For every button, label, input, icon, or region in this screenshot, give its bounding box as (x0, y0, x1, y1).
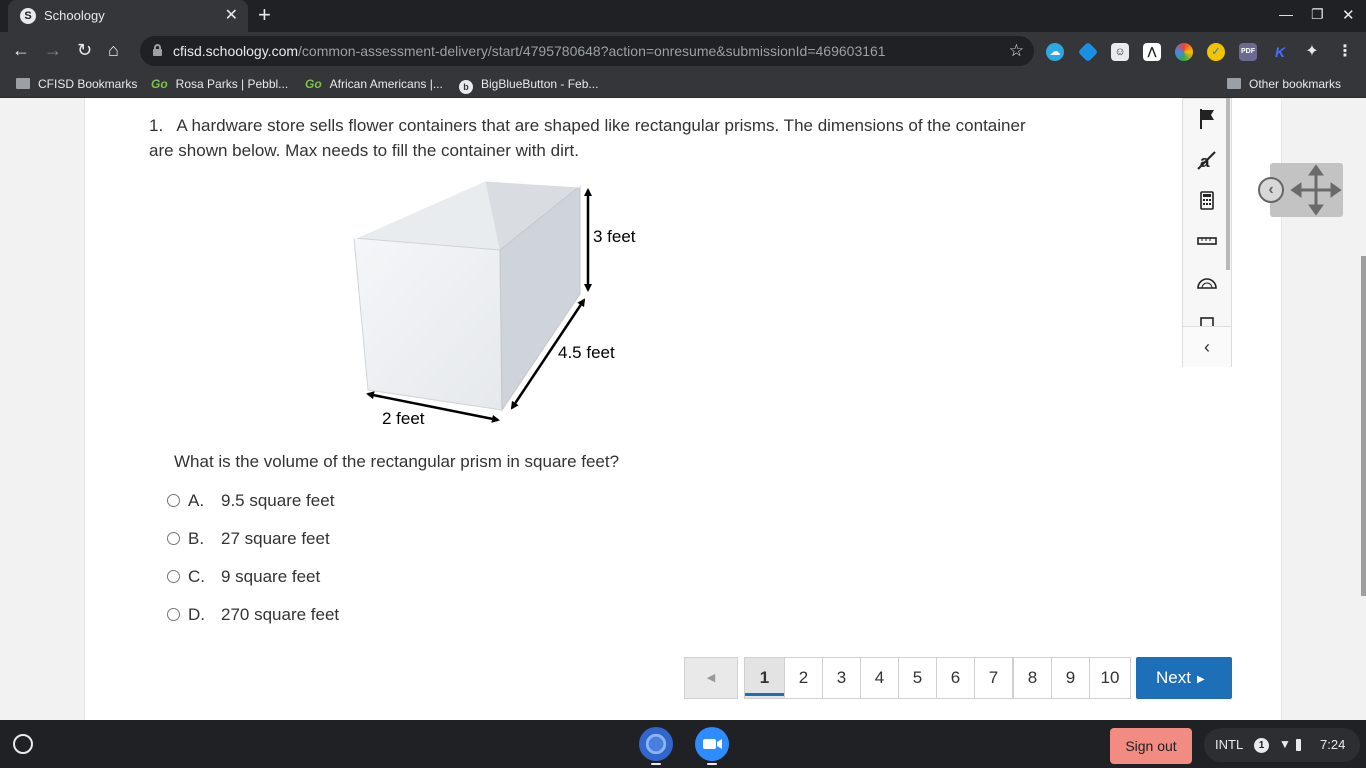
previous-question-button[interactable]: ◀ (684, 657, 738, 699)
question-line-1: A hardware store sells flower containers… (176, 116, 1026, 135)
reload-icon[interactable]: ↻ (77, 40, 92, 60)
bookmark-cfisd[interactable]: CFISD Bookmarks (16, 77, 137, 91)
zoom-running-indicator (707, 763, 717, 765)
folder-icon (1227, 78, 1241, 89)
page-button-9[interactable]: 9 (1051, 657, 1090, 699)
bookmarks-bar: CFISD Bookmarks Go Rosa Parks | Pebbl... … (0, 70, 1366, 98)
page-button-6[interactable]: 6 (936, 657, 975, 699)
schoology-favicon-icon: S (20, 8, 36, 24)
sign-out-button[interactable]: Sign out (1110, 728, 1192, 764)
protractor-icon[interactable] (1183, 264, 1231, 304)
page-button-1[interactable]: 1 (744, 657, 785, 699)
folder-icon (16, 78, 30, 89)
question-text: 1. A hardware store sells flower contain… (149, 113, 1109, 163)
forward-icon[interactable]: → (44, 40, 62, 60)
wifi-icon: ▼ (1279, 737, 1291, 751)
length-label: 4.5 feet (558, 343, 615, 362)
ruler-icon[interactable] (1183, 223, 1231, 263)
page-scrollbar[interactable] (1361, 256, 1366, 596)
keyboard-layout: INTL (1215, 737, 1244, 752)
eliminate-answer-icon[interactable]: a (1183, 142, 1231, 182)
check-extension-icon[interactable]: ✓ (1207, 43, 1225, 61)
page-button-7[interactable]: 7 (974, 657, 1013, 699)
mountain-extension-icon[interactable]: ⋀ (1143, 43, 1161, 61)
answer-choice-c[interactable]: C. 9 square feet (167, 566, 320, 588)
go-icon: Go (151, 77, 168, 91)
color-wheel-extension-icon[interactable] (1175, 43, 1193, 61)
bigbluebutton-icon: b (459, 80, 473, 94)
page-button-5[interactable]: 5 (898, 657, 937, 699)
assessment-card (84, 98, 1282, 720)
address-bar[interactable]: cfisd.schoology.com/common-assessment-de… (140, 36, 1034, 66)
bookmark-african-americans[interactable]: Go African Americans |... (305, 77, 443, 91)
question-prompt: What is the volume of the rectangular pr… (174, 452, 620, 471)
page-button-8[interactable]: 8 (1013, 657, 1052, 699)
bookmark-star-icon[interactable]: ☆ (1009, 41, 1024, 61)
height-label: 3 feet (593, 227, 636, 246)
os-shelf: Sign out INTL 1 ▼ 7:24 (0, 720, 1366, 768)
minimize-icon[interactable]: — (1279, 6, 1293, 22)
cloud-extension-icon[interactable]: ☁ (1046, 43, 1064, 61)
go-icon: Go (305, 77, 322, 91)
floater-back-chevron-icon[interactable]: ‹ (1258, 177, 1284, 203)
status-tray[interactable]: INTL 1 ▼ 7:24 (1204, 728, 1360, 762)
bookmark-bigbluebutton[interactable]: b BigBlueButton - Feb... (459, 77, 598, 94)
flag-icon[interactable] (1183, 101, 1231, 141)
other-bookmarks[interactable]: Other bookmarks (1227, 77, 1341, 91)
page-button-4[interactable]: 4 (860, 657, 899, 699)
launcher-icon[interactable] (13, 734, 33, 754)
browser-menu-icon[interactable]: ⋮ (1336, 43, 1354, 61)
radio-button[interactable] (167, 570, 180, 583)
answer-choice-b[interactable]: B. 27 square feet (167, 528, 330, 550)
radio-button[interactable] (167, 608, 180, 621)
prism-figure: 3 feet 4.5 feet 2 feet (340, 178, 660, 438)
question-number: 1. (149, 116, 164, 135)
calculator-icon[interactable] (1183, 183, 1231, 223)
extensions-puzzle-icon[interactable]: ✦ (1303, 43, 1321, 61)
pdf-extension-icon[interactable]: PDF (1239, 43, 1257, 61)
play-arrow-icon: ▶ (1196, 674, 1205, 685)
tab-title: Schoology (44, 8, 105, 23)
tool-panel: a ‹ (1182, 98, 1232, 367)
answer-choice-d[interactable]: D. 270 square feet (167, 604, 339, 626)
battery-icon (1296, 739, 1301, 751)
clock-time: 7:24 (1320, 737, 1346, 752)
browser-toolbar: ← → ↻ ⌂ cfisd.schoology.com/common-asses… (0, 32, 1366, 70)
k-extension-icon[interactable]: K (1271, 43, 1289, 61)
close-tab-icon[interactable]: ✕ (225, 5, 238, 25)
browser-tab[interactable]: S Schoology ✕ (8, 0, 248, 32)
tool-panel-scrollbar[interactable] (1226, 98, 1230, 270)
portrait-extension-icon[interactable]: ☺ (1111, 43, 1129, 61)
close-window-icon[interactable]: ✕ (1342, 6, 1355, 24)
new-tab-icon[interactable]: + (258, 4, 271, 26)
chrome-app-icon[interactable] (639, 727, 673, 761)
home-icon[interactable]: ⌂ (108, 40, 119, 60)
page-button-3[interactable]: 3 (822, 657, 861, 699)
url-text[interactable]: cfisd.schoology.com/common-assessment-de… (173, 43, 886, 59)
restore-icon[interactable]: ❐ (1311, 6, 1324, 23)
notification-count-badge: 1 (1254, 738, 1269, 753)
bookmark-rosa-parks[interactable]: Go Rosa Parks | Pebbl... (151, 77, 288, 91)
collapse-tools-chevron-icon[interactable]: ‹ (1183, 326, 1231, 367)
line-reader-icon[interactable] (1183, 304, 1231, 326)
question-line-2: are shown below. Max needs to fill the c… (149, 141, 579, 160)
lock-icon[interactable] (153, 44, 162, 56)
answer-choice-a[interactable]: A. 9.5 square feet (167, 490, 334, 512)
tab-strip: S Schoology ✕ + — ❐ ✕ (0, 0, 1366, 32)
radio-button[interactable] (167, 494, 180, 507)
prism-diagram: 3 feet 4.5 feet 2 feet (353, 178, 636, 428)
page-button-10[interactable]: 10 (1089, 657, 1131, 699)
zoom-app-icon[interactable] (695, 727, 729, 761)
width-label: 2 feet (382, 409, 425, 428)
radio-button[interactable] (167, 532, 180, 545)
chrome-running-indicator (651, 763, 661, 765)
page-viewport: 1. A hardware store sells flower contain… (0, 98, 1366, 720)
page-button-2[interactable]: 2 (784, 657, 823, 699)
back-icon[interactable]: ← (12, 40, 30, 60)
next-button[interactable]: Next ▶ (1136, 657, 1232, 699)
